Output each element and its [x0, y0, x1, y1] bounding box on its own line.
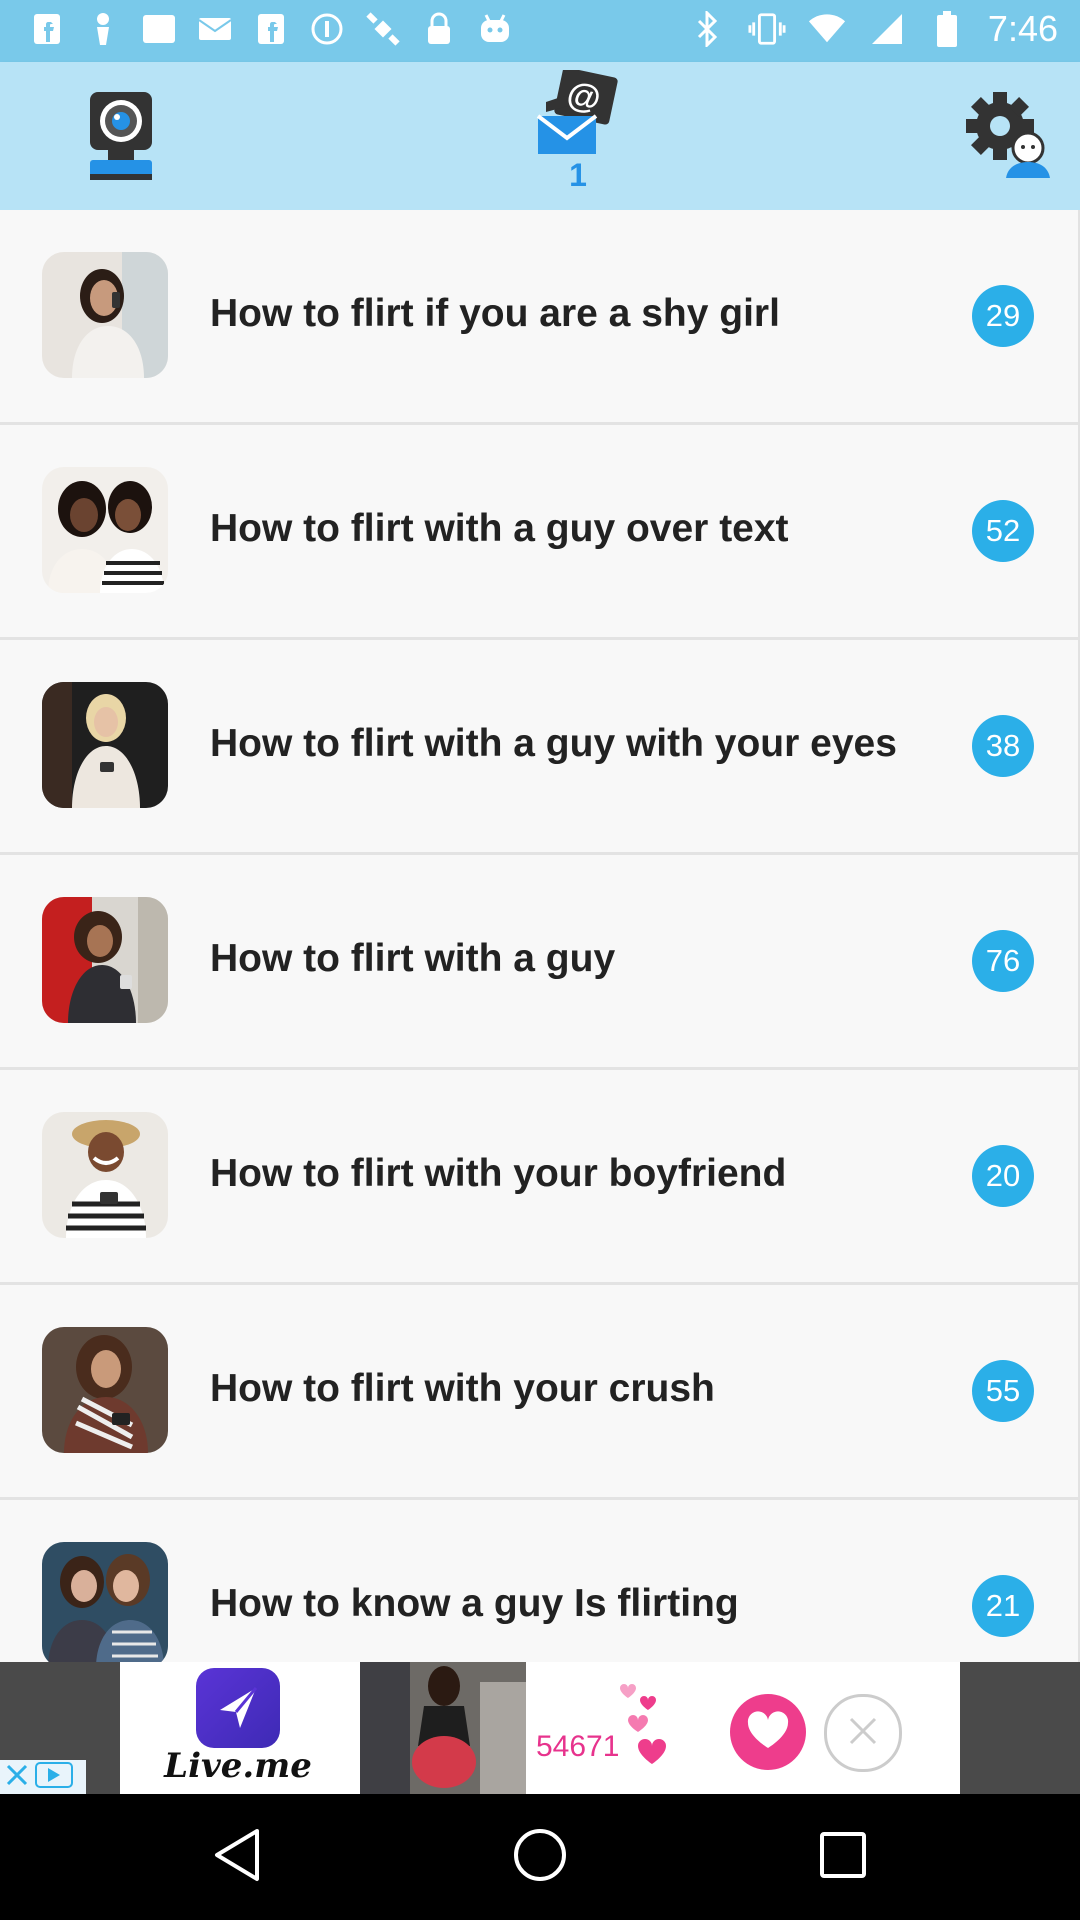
top-toolbar: @ 1 [0, 62, 1080, 210]
list-item[interactable]: How to flirt with a guy with your eyes 3… [0, 640, 1078, 855]
recents-icon [818, 1830, 868, 1885]
ad-content[interactable]: Live.me 54671 [120, 1662, 960, 1794]
ad-app-logo: Live.me [138, 1668, 338, 1794]
count-badge: 76 [972, 930, 1034, 992]
live-star-icon [196, 1668, 280, 1748]
topic-title: How to flirt if you are a shy girl [210, 292, 780, 335]
topic-title: How to flirt with your crush [210, 1367, 715, 1410]
count-badge: 38 [972, 715, 1034, 777]
ad-likes-count: 54671 [536, 1730, 620, 1763]
close-icon[interactable] [4, 1762, 30, 1793]
mail-icon [196, 10, 234, 48]
ad-choices[interactable] [0, 1760, 86, 1794]
ad-close-button[interactable] [824, 1694, 902, 1772]
list-item[interactable]: How to flirt with your boyfriend 20 [0, 1070, 1078, 1285]
lock-icon [420, 10, 458, 48]
topic-list: How to flirt if you are a shy girl 29 Ho… [0, 210, 1080, 1662]
topic-thumbnail [42, 1112, 168, 1238]
wifi-icon [808, 10, 846, 48]
ad-choices-icon [34, 1761, 74, 1794]
topic-thumbnail [42, 1327, 168, 1453]
system-icons: 7:46 [688, 8, 1058, 50]
count-badge: 21 [972, 1575, 1034, 1637]
topic-title: How to know a guy Is flirting [210, 1582, 739, 1625]
heart-icon [746, 1710, 790, 1755]
topic-thumbnail [42, 467, 168, 593]
settings-button[interactable] [966, 90, 1052, 183]
facebook-icon [252, 10, 290, 48]
settings-user-icon [966, 90, 1052, 183]
notification-icons [28, 10, 514, 48]
ad-banner: Live.me 54671 [0, 1662, 1080, 1794]
topic-thumbnail [42, 252, 168, 378]
topic-title: How to flirt with a guy [210, 937, 616, 980]
topic-title: How to flirt with a guy over text [210, 507, 789, 550]
count-badge: 52 [972, 500, 1034, 562]
close-icon [845, 1713, 881, 1754]
mail-icon: @ [532, 67, 624, 163]
facebook-icon [28, 10, 66, 48]
topic-title: How to flirt with your boyfriend [210, 1152, 787, 1195]
count-badge: 20 [972, 1145, 1034, 1207]
home-button[interactable] [507, 1824, 573, 1890]
topic-title: How to flirt with a guy with your eyes [210, 722, 897, 765]
list-item[interactable]: How to flirt with your crush 55 [0, 1285, 1078, 1500]
back-button[interactable] [204, 1824, 270, 1890]
ad-logo-text: Live.me [164, 1746, 312, 1786]
camera-button[interactable] [84, 88, 168, 189]
home-icon [512, 1827, 568, 1888]
webcam-icon [84, 88, 168, 189]
clock: 7:46 [987, 8, 1058, 49]
battery-icon [928, 10, 966, 48]
square-icon [140, 10, 178, 48]
count-badge: 29 [972, 285, 1034, 347]
vibrate-icon [748, 10, 786, 48]
inbox-count-badge: 1 [569, 157, 587, 193]
bluetooth-icon [688, 10, 726, 48]
heart-button[interactable] [730, 1694, 806, 1770]
inbox-button[interactable]: @ 1 [532, 67, 624, 194]
topic-thumbnail [42, 897, 168, 1023]
topic-thumbnail [42, 1542, 168, 1662]
system-nav-bar [0, 1794, 1080, 1920]
satellite-icon [364, 10, 402, 48]
signal-icon [868, 10, 906, 48]
list-item[interactable]: How to know a guy Is flirting 21 [0, 1500, 1078, 1662]
back-icon [211, 1827, 263, 1888]
ad-photo [360, 1662, 526, 1794]
list-item[interactable]: How to flirt with a guy 76 [0, 855, 1078, 1070]
android-icon [476, 10, 514, 48]
recents-button[interactable] [810, 1824, 876, 1890]
topic-thumbnail [42, 682, 168, 808]
notification-icon [84, 10, 122, 48]
list-item[interactable]: How to flirt if you are a shy girl 29 [0, 210, 1078, 425]
count-badge: 55 [972, 1360, 1034, 1422]
info-icon [308, 10, 346, 48]
list-item[interactable]: How to flirt with a guy over text 52 [0, 425, 1078, 640]
status-bar: 7:46 [0, 0, 1080, 62]
